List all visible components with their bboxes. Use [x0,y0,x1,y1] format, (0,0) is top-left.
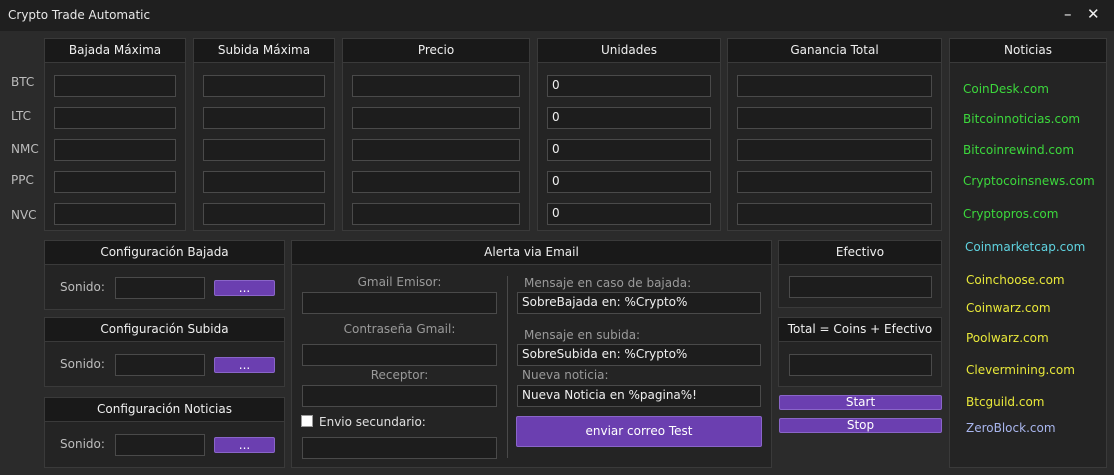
row-label-ppc: PPC [11,173,34,187]
panel-precio: Precio [342,38,530,231]
title-bar: Crypto Trade Automatic – ✕ [0,0,1114,31]
subida-nmc-input[interactable] [203,139,325,161]
news-link-coinwarz[interactable]: Coinwarz.com [966,301,1051,315]
header-precio: Precio [343,39,529,63]
subida-btc-input[interactable] [203,75,325,97]
unidades-ltc-input[interactable]: 0 [547,107,711,129]
gmail-emisor-label: Gmail Emisor: [357,275,442,289]
header-config-bajada: Configuración Bajada [45,241,284,265]
header-total: Total = Coins + Efectivo [779,318,941,342]
sonido-bajada-label: Sonido: [60,280,105,294]
contrasena-gmail-label: Contraseña Gmail: [343,322,456,336]
panel-total: Total = Coins + Efectivo [778,317,942,387]
subida-ppc-input[interactable] [203,171,325,193]
header-noticias: Noticias [950,39,1106,63]
precio-btc-field[interactable] [352,75,520,97]
header-unidades: Unidades [538,39,720,63]
subida-ltc-input[interactable] [203,107,325,129]
msg-subida-input[interactable]: SobreSubida en: %Crypto% [517,344,761,366]
header-bajada-maxima: Bajada Máxima [45,39,185,63]
row-label-nvc: NVC [11,208,37,222]
sonido-noticias-label: Sonido: [60,437,105,451]
sonido-noticias-browse-button[interactable]: ... [214,437,275,453]
panel-config-noticias: Configuración Noticias Sonido: ... [44,397,285,468]
news-link-bitcoinrewind[interactable]: Bitcoinrewind.com [963,143,1074,157]
contrasena-gmail-input[interactable] [302,344,497,366]
header-subida-maxima: Subida Máxima [194,39,334,63]
panel-config-subida: Configuración Subida Sonido: ... [44,317,285,387]
precio-ppc-field[interactable] [352,171,520,193]
bajada-nmc-input[interactable] [54,139,176,161]
stop-button[interactable]: Stop [779,418,942,433]
news-link-coindesk[interactable]: CoinDesk.com [963,82,1049,96]
nueva-noticia-input[interactable]: Nueva Noticia en %pagina%! [517,385,761,407]
minimize-icon[interactable]: – [1064,5,1072,23]
ganancia-ltc-field[interactable] [737,107,932,129]
receptor-label: Receptor: [370,368,429,382]
news-link-coinmarketcap[interactable]: Coinmarketcap.com [965,240,1085,254]
news-link-btcguild[interactable]: Btcguild.com [966,395,1045,409]
news-link-cryptocoinsnews[interactable]: Cryptocoinsnews.com [963,174,1095,188]
sonido-noticias-input[interactable] [115,434,205,456]
panel-efectivo: Efectivo [778,240,942,308]
msg-subida-label: Mensaje en subida: [524,328,641,342]
bajada-ppc-input[interactable] [54,171,176,193]
bajada-nvc-input[interactable] [54,203,176,225]
news-link-bitcoinnoticias[interactable]: Bitcoinnoticias.com [963,112,1080,126]
nueva-noticia-label: Nueva noticia: [522,368,609,382]
bajada-btc-input[interactable] [54,75,176,97]
sonido-bajada-input[interactable] [115,277,205,299]
row-label-btc: BTC [11,75,35,89]
ganancia-nvc-field[interactable] [737,203,932,225]
panel-ganancia-total: Ganancia Total [727,38,942,231]
unidades-ppc-input[interactable]: 0 [547,171,711,193]
precio-ltc-field[interactable] [352,107,520,129]
row-label-ltc: LTC [11,109,32,123]
ganancia-ppc-field[interactable] [737,171,932,193]
header-ganancia-total: Ganancia Total [728,39,941,63]
efectivo-input[interactable] [789,276,932,298]
msg-bajada-input[interactable]: SobreBajada en: %Crypto% [517,292,761,314]
news-link-cryptopros[interactable]: Cryptopros.com [963,207,1058,221]
unidades-nvc-input[interactable]: 0 [547,203,711,225]
panel-subida-maxima: Subida Máxima [193,38,335,231]
news-link-clevermining[interactable]: Clevermining.com [966,363,1075,377]
ganancia-nmc-field[interactable] [737,139,932,161]
sonido-subida-browse-button[interactable]: ... [214,357,275,373]
unidades-nmc-input[interactable]: 0 [547,139,711,161]
header-config-subida: Configuración Subida [45,318,284,342]
envio-secundario-label: Envio secundario: [319,415,426,429]
sonido-subida-input[interactable] [115,354,205,376]
msg-bajada-label: Mensaje en caso de bajada: [524,276,692,290]
panel-config-bajada: Configuración Bajada Sonido: ... [44,240,285,310]
receptor-input[interactable] [302,385,497,407]
news-link-zeroblock[interactable]: ZeroBlock.com [966,421,1056,435]
envio-secundario-checkbox[interactable] [301,415,313,427]
bajada-ltc-input[interactable] [54,107,176,129]
row-label-nmc: NMC [11,142,39,156]
news-link-coinchoose[interactable]: Coinchoose.com [966,273,1065,287]
panel-bajada-maxima: Bajada Máxima [44,38,186,231]
window-title: Crypto Trade Automatic [8,8,151,22]
enviar-correo-test-button[interactable]: enviar correo Test [516,416,762,447]
subida-nvc-input[interactable] [203,203,325,225]
alerta-divider [507,276,508,458]
precio-nvc-field[interactable] [352,203,520,225]
envio-secundario-input[interactable] [302,437,497,459]
header-alerta-email: Alerta via Email [292,241,771,265]
total-field[interactable] [789,354,932,376]
gmail-emisor-input[interactable] [302,292,497,314]
unidades-btc-input[interactable]: 0 [547,75,711,97]
close-icon[interactable]: ✕ [1087,5,1100,23]
header-efectivo: Efectivo [779,241,941,265]
sonido-bajada-browse-button[interactable]: ... [214,280,275,296]
header-config-noticias: Configuración Noticias [45,398,284,422]
news-link-poolwarz[interactable]: Poolwarz.com [966,331,1049,345]
ganancia-btc-field[interactable] [737,75,932,97]
precio-nmc-field[interactable] [352,139,520,161]
start-button[interactable]: Start [779,395,942,410]
sonido-subida-label: Sonido: [60,357,105,371]
panel-unidades: Unidades 0 0 0 0 0 [537,38,721,231]
